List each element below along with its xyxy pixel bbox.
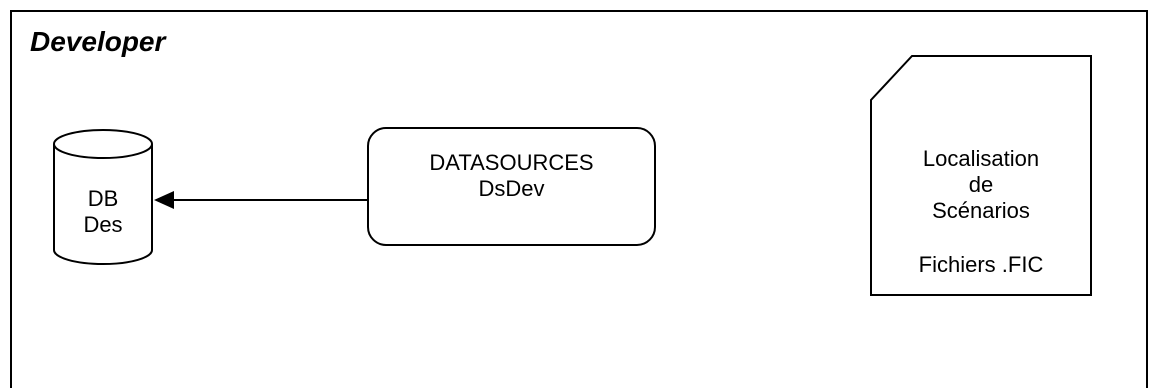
document-label: Localisation de Scénarios — [871, 146, 1091, 224]
database-label-line2: Des — [83, 212, 123, 237]
database-label: DB Des — [54, 186, 152, 238]
diagram-title: Developer — [30, 26, 166, 57]
document-files-label: Fichiers .FIC — [918, 252, 1044, 277]
document-label-line2: de — [968, 172, 994, 197]
document-label-line3: Scénarios — [932, 198, 1030, 223]
datasource-label-line1: DATASOURCES — [429, 150, 594, 175]
datasource-label: DATASOURCES DsDev — [368, 150, 655, 202]
database-label-line1: DB — [87, 186, 119, 211]
datasource-label-line2: DsDev — [478, 176, 545, 201]
arrow-head-icon — [154, 191, 174, 209]
document-label-line1: Localisation — [922, 146, 1040, 171]
